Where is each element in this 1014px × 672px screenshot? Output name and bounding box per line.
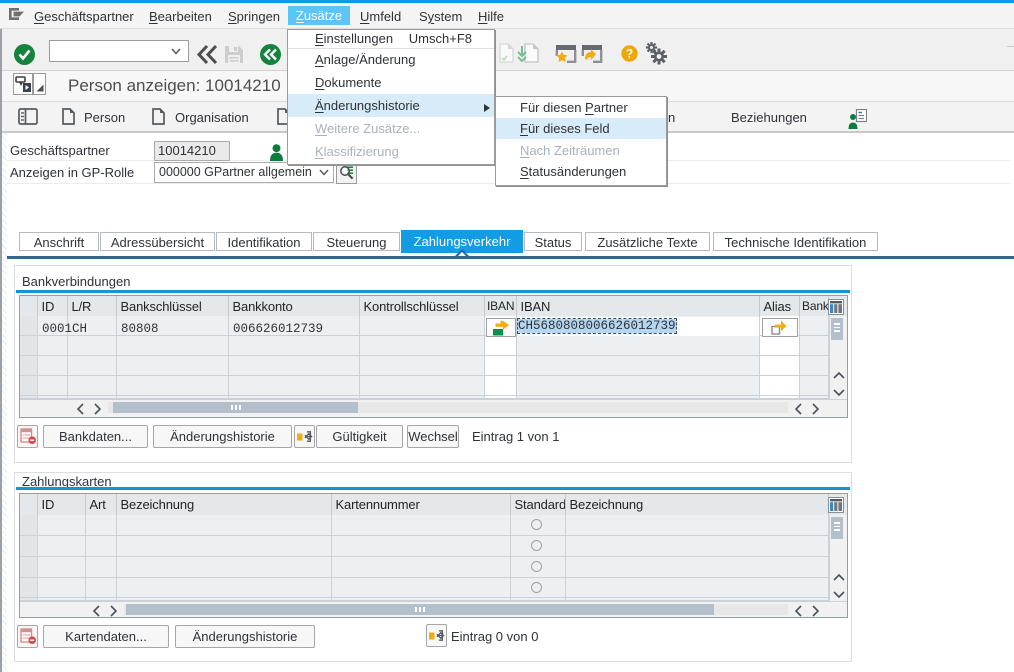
svg-text:?: ? xyxy=(626,47,633,61)
